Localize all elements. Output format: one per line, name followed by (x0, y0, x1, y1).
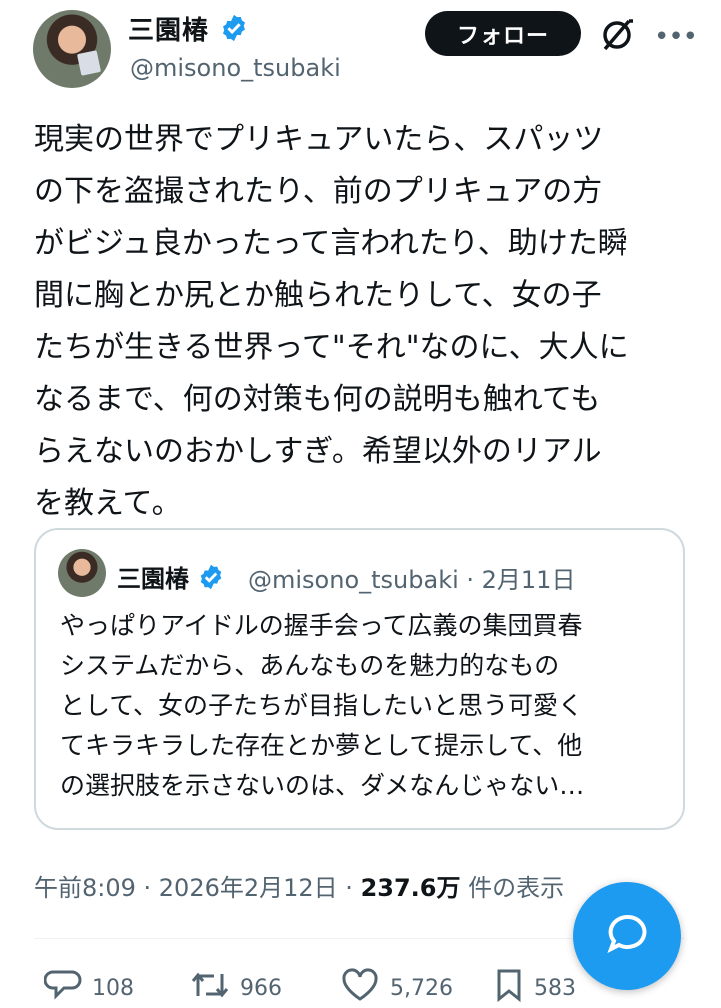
chat-bubble-icon (604, 911, 650, 961)
view-count-label: 件の表示 (460, 874, 565, 902)
reply-icon (43, 968, 82, 1008)
quoted-tweet-text: やっぱりアイドルの握手会って広義の集団買春 システムだから、あんなものを魅力的な… (60, 611, 585, 800)
quoted-author-avatar (58, 549, 106, 597)
reply-count: 108 (92, 975, 134, 1001)
follow-button[interactable]: フォロー (425, 11, 581, 56)
bookmark-icon (494, 968, 524, 1008)
retweet-icon (190, 968, 230, 1008)
tweet-timestamp[interactable]: 午前8:09 · 2026年2月12日 · (34, 874, 361, 902)
bookmark-count: 583 (534, 975, 576, 1001)
retweet-count: 966 (240, 975, 282, 1001)
retweet-button[interactable]: 966 (190, 968, 282, 1008)
tweet-text: 現実の世界でプリキュアいたら、スパッツ の下を盗撮されたり、前のプリキュアの方 … (34, 122, 629, 521)
quoted-author-name: 三園椿 (117, 565, 189, 593)
author-name[interactable]: 三園椿 (128, 16, 209, 46)
author-handle[interactable]: @misono_tsubaki (130, 54, 341, 82)
compose-message-fab[interactable] (573, 882, 681, 990)
heart-icon (340, 968, 380, 1008)
grok-icon[interactable] (598, 16, 636, 54)
quoted-author-name-row: 三園椿 (117, 559, 225, 597)
like-button[interactable]: 5,726 (340, 968, 453, 1008)
view-count: 237.6万 (360, 874, 461, 902)
more-options-icon[interactable]: ••• (654, 22, 698, 52)
tweet-meta: 午前8:09 · 2026年2月12日 · 237.6万 件の表示 (34, 868, 564, 903)
bookmark-button[interactable]: 583 (494, 968, 576, 1008)
like-count: 5,726 (390, 975, 453, 1001)
quoted-handle-date: @misono_tsubaki · 2月11日 (248, 566, 576, 594)
author-avatar[interactable] (33, 10, 111, 88)
author-name-row[interactable]: 三園椿 (128, 10, 249, 50)
quoted-verified-badge-icon (197, 563, 225, 597)
reply-button[interactable]: 108 (43, 968, 134, 1008)
verified-badge-icon (219, 13, 249, 50)
